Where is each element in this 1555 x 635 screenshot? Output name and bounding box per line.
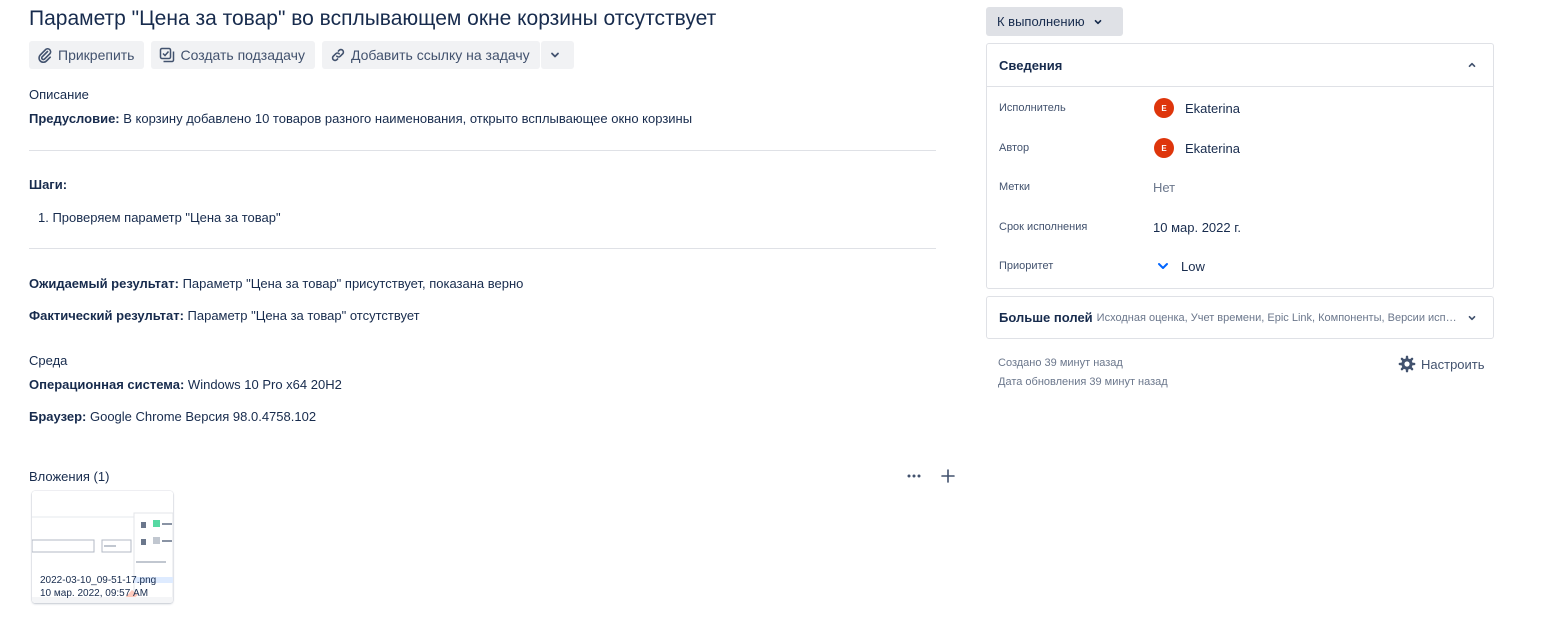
attach-button-label: Прикрепить (58, 47, 135, 63)
labels-row: Метки Нет (999, 177, 1175, 197)
link-split-button: Добавить ссылку на задачу (321, 41, 574, 69)
labels-label: Метки (999, 181, 1031, 193)
subtask-icon (160, 47, 175, 63)
more-actions-button[interactable] (540, 41, 574, 69)
browser-line: Браузер: Google Chrome Версия 98.0.4758.… (29, 409, 316, 424)
assignee-value[interactable]: E Ekaterina (1153, 98, 1240, 118)
reporter-name: Ekaterina (1185, 140, 1240, 156)
precondition-text: В корзину добавлено 10 товаров разного н… (119, 111, 693, 126)
assignee-row: Исполнитель E Ekaterina (999, 98, 1240, 118)
description-heading: Описание (29, 87, 89, 102)
expected-result-line: Ожидаемый результат: Параметр "Цена за т… (29, 276, 523, 291)
status-label: К выполнению (997, 14, 1085, 29)
avatar: E (1154, 98, 1174, 118)
assignee-name: Ekaterina (1185, 100, 1240, 116)
priority-low-icon (1158, 263, 1168, 269)
configure-label: Настроить (1421, 356, 1485, 372)
os-text: Windows 10 Pro x64 20H2 (184, 377, 342, 392)
attachment-filename: 2022-03-10_09-51-17.png (40, 575, 157, 586)
add-issue-link-label: Добавить ссылку на задачу (350, 47, 530, 63)
reporter-label: Автор (999, 142, 1030, 154)
gear-icon (1398, 355, 1416, 373)
attachments-heading: Вложения (1) (29, 469, 110, 484)
actual-result-line: Фактический результат: Параметр "Цена за… (29, 308, 420, 323)
attachments-more-button[interactable] (904, 466, 924, 486)
create-subtask-label: Создать подзадачу (180, 47, 305, 63)
due-date-label: Срок исполнения (999, 221, 1088, 233)
more-fields-title: Больше полей (999, 310, 1093, 325)
os-label: Операционная система: (29, 377, 185, 392)
add-attachment-button[interactable] (938, 466, 958, 486)
paperclip-icon (38, 48, 52, 63)
chevron-down-icon (1094, 19, 1101, 24)
labels-value[interactable]: Нет (1153, 180, 1175, 195)
created-timestamp: Создано 39 минут назад (998, 357, 1123, 369)
status-transition-button[interactable]: К выполнению (986, 7, 1123, 36)
chevron-up-icon (1468, 62, 1476, 68)
divider (29, 248, 936, 249)
browser-text: Google Chrome Версия 98.0.4758.102 (86, 409, 317, 424)
priority-value[interactable]: Low (1153, 259, 1205, 274)
os-line: Операционная система: Windows 10 Pro x64… (29, 377, 342, 392)
priority-row: Приоритет Low (999, 256, 1205, 276)
details-panel-header[interactable]: Сведения (987, 44, 1493, 87)
details-panel: Сведения Исполнитель E Ekaterina Автор E… (986, 43, 1494, 289)
more-fields-panel[interactable]: Больше полей Исходная оценка, Учет време… (986, 296, 1494, 339)
details-heading: Сведения (999, 57, 1063, 73)
priority-text: Low (1181, 258, 1205, 274)
priority-label: Приоритет (999, 260, 1054, 272)
divider (29, 150, 936, 151)
configure-button[interactable]: Настроить (1398, 355, 1485, 373)
issue-title[interactable]: Параметр "Цена за товар" во всплывающем … (29, 6, 716, 32)
add-issue-link-button[interactable]: Добавить ссылку на задачу (321, 41, 540, 69)
browser-label: Браузер: (29, 409, 87, 424)
expected-label: Ожидаемый результат: (29, 276, 179, 291)
assignee-label: Исполнитель (999, 102, 1066, 114)
environment-heading: Среда (29, 353, 68, 368)
actual-text: Параметр "Цена за товар" отсутствует (183, 308, 420, 323)
plus-icon (941, 469, 955, 483)
reporter-value[interactable]: E Ekaterina (1153, 138, 1240, 158)
updated-timestamp: Дата обновления 39 минут назад (998, 376, 1168, 388)
attachment-date: 10 мар. 2022, 09:57 AM (40, 588, 149, 599)
due-date-value[interactable]: 10 мар. 2022 г. (1153, 220, 1241, 235)
attachment-thumbnail[interactable]: 2022-03-10_09-51-17.png 10 мар. 2022, 09… (32, 491, 173, 603)
create-subtask-button[interactable]: Создать подзадачу (151, 41, 315, 69)
precondition-line: Предусловие: В корзину добавлено 10 това… (29, 111, 692, 126)
issue-toolbar: Прикрепить Создать подзадачу Добавить сс… (29, 41, 574, 69)
expected-text: Параметр "Цена за товар" присутствует, п… (178, 276, 524, 291)
reporter-row: Автор E Ekaterina (999, 138, 1240, 158)
precondition-label: Предусловие: (29, 111, 120, 126)
chevron-down-icon (550, 52, 559, 58)
steps-label: Шаги: (29, 177, 68, 192)
more-fields-summary: Исходная оценка, Учет времени, Epic Link… (1096, 311, 1461, 324)
screenshot-preview-image (32, 491, 173, 603)
attachments-actions (904, 466, 958, 486)
more-horizontal-icon (907, 474, 921, 478)
steps-heading: Шаги: (29, 177, 67, 192)
due-date-row: Срок исполнения 10 мар. 2022 г. (999, 217, 1241, 237)
chevron-down-icon (1468, 315, 1476, 320)
actual-label: Фактический результат: (29, 308, 184, 323)
attach-button[interactable]: Прикрепить (29, 41, 145, 69)
step-item: 1. Проверяем параметр "Цена за товар" (38, 210, 281, 225)
link-icon (331, 48, 345, 62)
avatar: E (1154, 138, 1174, 158)
